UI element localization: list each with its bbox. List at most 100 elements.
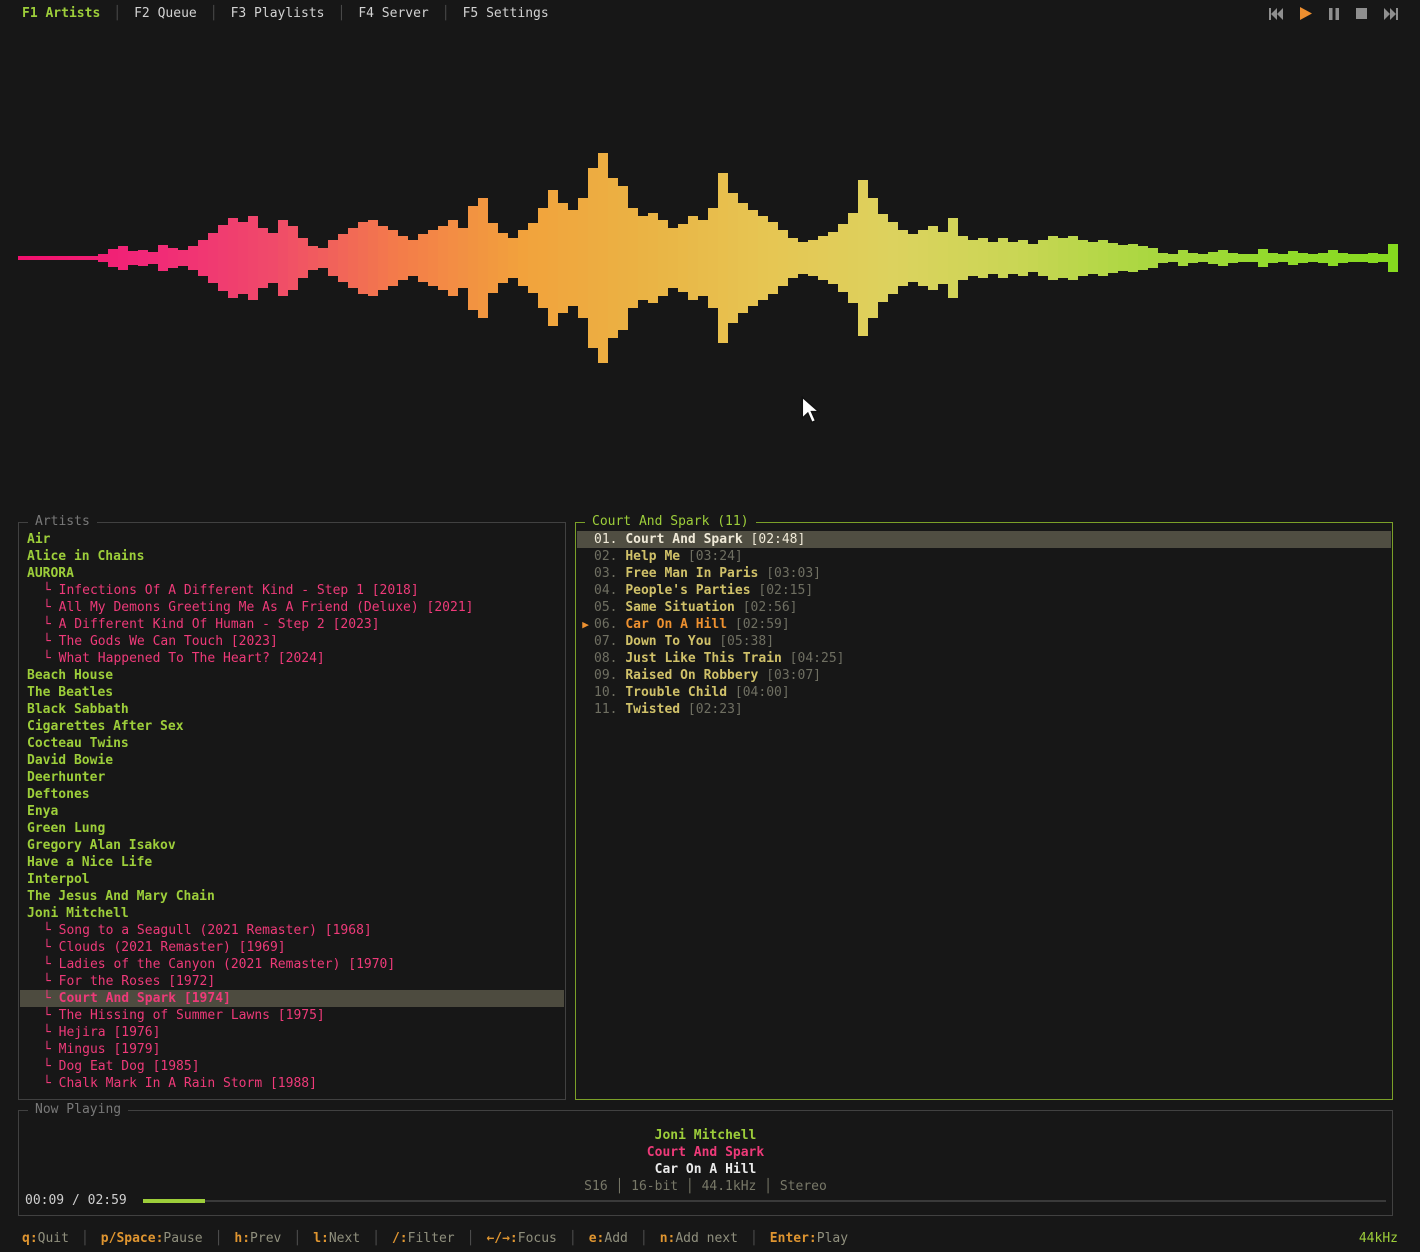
menu-tab-f5-settings[interactable]: F5 Settings (463, 6, 549, 21)
tree-branch-icon: └ (27, 923, 59, 938)
waveform-bar (248, 216, 258, 300)
artist-row[interactable]: Deerhunter (20, 769, 564, 786)
album-row[interactable]: └ For the Roses [1972] (20, 973, 564, 990)
album-row[interactable]: └ What Happened To The Heart? [2024] (20, 650, 564, 667)
album-label: Mingus [1979] (59, 1042, 161, 1057)
track-row-selected[interactable]: 01. Court And Spark [02:48] (577, 531, 1391, 548)
artist-row[interactable]: Alice in Chains (20, 548, 564, 565)
play-icon[interactable] (1300, 7, 1312, 20)
artists-panel: Artists AirAlice in ChainsAURORA└ Infect… (18, 522, 566, 1100)
album-row[interactable]: └ All My Demons Greeting Me As A Friend … (20, 599, 564, 616)
waveform-bar (88, 256, 98, 260)
waveform-bar (1338, 253, 1348, 263)
waveform-bar (278, 220, 288, 296)
menu-separator: │ (337, 6, 345, 21)
track-duration: [03:24] (680, 548, 743, 565)
album-row[interactable]: └ A Different Kind Of Human - Step 2 [20… (20, 616, 564, 633)
track-row[interactable]: 09. Raised On Robbery [03:07] (577, 667, 1391, 684)
waveform-bar (1058, 238, 1068, 278)
artist-row[interactable]: Beach House (20, 667, 564, 684)
waveform-bar (168, 248, 178, 268)
waveform-bar (108, 249, 118, 267)
artist-row[interactable]: Joni Mitchell (20, 905, 564, 922)
album-label: For the Roses [1972] (59, 974, 216, 989)
artist-row[interactable]: Deftones (20, 786, 564, 803)
track-row[interactable]: 08. Just Like This Train [04:25] (577, 650, 1391, 667)
skip-forward-icon[interactable] (1384, 8, 1398, 20)
marker-spacer (577, 633, 594, 650)
waveform-bar (638, 216, 648, 300)
waveform-bar (218, 225, 228, 291)
album-row[interactable]: └ Infections Of A Different Kind - Step … (20, 582, 564, 599)
waveform-bar (358, 222, 368, 294)
waveform-bar (208, 233, 218, 283)
waveform-bar (238, 222, 248, 294)
waveform-bar (28, 256, 38, 260)
skip-back-icon[interactable] (1269, 8, 1283, 20)
waveform-bar (748, 210, 758, 306)
waveform-bar (858, 180, 868, 336)
waveform-bar (778, 230, 788, 286)
waveform-bar (98, 254, 108, 262)
keybind-key: ←/→: (486, 1231, 517, 1246)
artist-row[interactable]: Black Sabbath (20, 701, 564, 718)
track-row-playing[interactable]: ▶06. Car On A Hill [02:59] (577, 616, 1391, 633)
menu-tab-f2-queue[interactable]: F2 Queue (134, 6, 197, 21)
now-playing-info: Joni Mitchell Court And Spark Car On A H… (19, 1127, 1392, 1195)
menu-tab-f4-server[interactable]: F4 Server (358, 6, 428, 21)
album-row[interactable]: └ Hejira [1976] (20, 1024, 564, 1041)
marker-spacer (577, 565, 594, 582)
waveform-bar (818, 236, 828, 280)
menu-tab-f1-artists[interactable]: F1 Artists (22, 6, 100, 21)
artist-row[interactable]: Enya (20, 803, 564, 820)
waveform-bar (1078, 240, 1088, 276)
album-row[interactable]: └ Clouds (2021 Remaster) [1969] (20, 939, 564, 956)
track-row[interactable]: 11. Twisted [02:23] (577, 701, 1391, 718)
menu-tab-f3-playlists[interactable]: F3 Playlists (231, 6, 325, 21)
waveform-bar (988, 242, 998, 274)
track-row[interactable]: 04. People's Parties [02:15] (577, 582, 1391, 599)
artist-row[interactable]: AURORA (20, 565, 564, 582)
tree-branch-icon: └ (27, 600, 59, 615)
album-row[interactable]: └ Dog Eat Dog [1985] (20, 1058, 564, 1075)
track-row[interactable]: 07. Down To You [05:38] (577, 633, 1391, 650)
track-number: 09. (594, 667, 625, 684)
artist-row[interactable]: Cigarettes After Sex (20, 718, 564, 735)
artist-row[interactable]: The Jesus And Mary Chain (20, 888, 564, 905)
track-number: 08. (594, 650, 625, 667)
stop-icon[interactable] (1356, 8, 1367, 19)
waveform-bar (1028, 244, 1038, 272)
waveform-bar (298, 238, 308, 278)
artist-row[interactable]: Gregory Alan Isakov (20, 837, 564, 854)
album-row[interactable]: └ Mingus [1979] (20, 1041, 564, 1058)
track-title: Same Situation (625, 599, 735, 616)
album-row[interactable]: └ Chalk Mark In A Rain Storm [1988] (20, 1075, 564, 1092)
track-duration: [02:56] (735, 599, 798, 616)
waveform-bar (708, 208, 718, 308)
progress-bar[interactable] (143, 1200, 1386, 1202)
track-row[interactable]: 03. Free Man In Paris [03:03] (577, 565, 1391, 582)
pause-icon[interactable] (1329, 8, 1339, 20)
album-row[interactable]: └ The Gods We Can Touch [2023] (20, 633, 564, 650)
waveform-bar (1098, 240, 1108, 276)
waveform-bar (578, 198, 588, 318)
artist-row[interactable]: Cocteau Twins (20, 735, 564, 752)
album-row[interactable]: └ Ladies of the Canyon (2021 Remaster) [… (20, 956, 564, 973)
marker-spacer (577, 582, 594, 599)
artist-row[interactable]: The Beatles (20, 684, 564, 701)
artist-row[interactable]: Air (20, 531, 564, 548)
track-row[interactable]: 10. Trouble Child [04:00] (577, 684, 1391, 701)
waveform-visualizer[interactable] (18, 150, 1398, 366)
track-number: 10. (594, 684, 625, 701)
artist-row[interactable]: David Bowie (20, 752, 564, 769)
waveform-bar (548, 190, 558, 326)
album-row-selected[interactable]: └ Court And Spark [1974] (20, 990, 564, 1007)
album-label: Hejira [1976] (59, 1025, 161, 1040)
track-row[interactable]: 02. Help Me [03:24] (577, 548, 1391, 565)
artist-row[interactable]: Have a Nice Life (20, 854, 564, 871)
track-row[interactable]: 05. Same Situation [02:56] (577, 599, 1391, 616)
album-row[interactable]: └ The Hissing of Summer Lawns [1975] (20, 1007, 564, 1024)
artist-row[interactable]: Green Lung (20, 820, 564, 837)
album-row[interactable]: └ Song to a Seagull (2021 Remaster) [196… (20, 922, 564, 939)
artist-row[interactable]: Interpol (20, 871, 564, 888)
